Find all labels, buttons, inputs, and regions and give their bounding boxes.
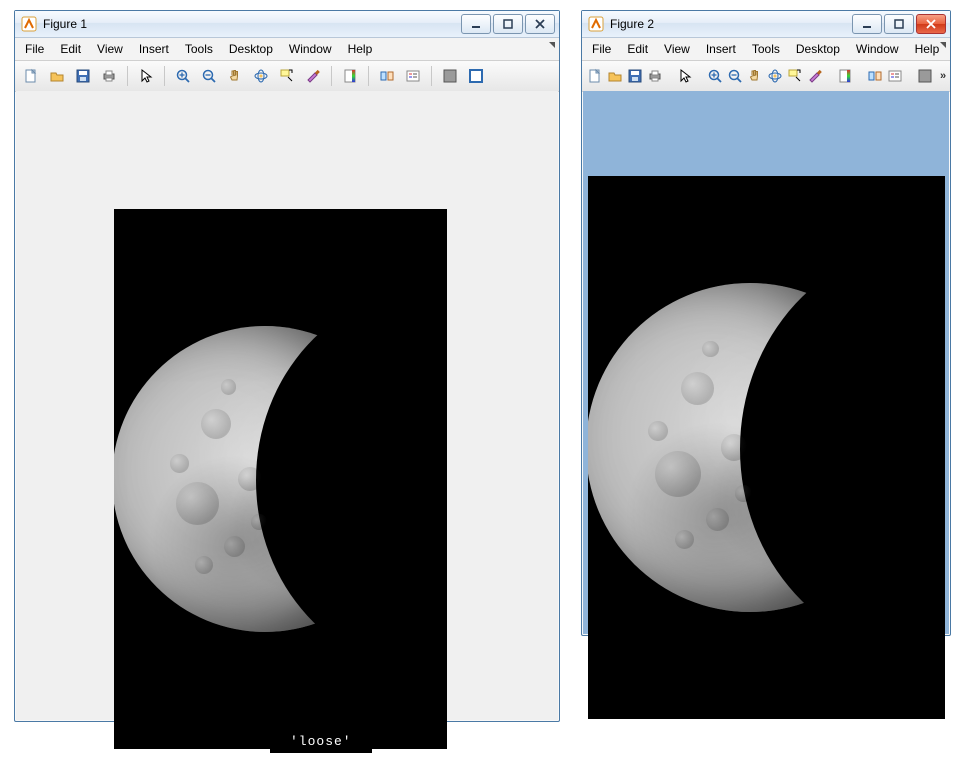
pan-icon[interactable] xyxy=(746,64,764,88)
hide-plot-icon[interactable] xyxy=(438,64,462,88)
new-file-icon[interactable] xyxy=(19,64,43,88)
titlebar[interactable]: Figure 2 xyxy=(582,11,950,38)
link-icon[interactable] xyxy=(375,64,399,88)
new-file-icon[interactable] xyxy=(586,64,604,88)
toolbar-separator xyxy=(164,66,165,86)
save-icon[interactable] xyxy=(626,64,644,88)
hide-plot-icon[interactable] xyxy=(916,64,934,88)
insert-legend-icon[interactable] xyxy=(886,64,904,88)
caption-tight: 'Tight' xyxy=(720,672,787,690)
minimize-button[interactable] xyxy=(852,14,882,34)
save-icon[interactable] xyxy=(71,64,95,88)
menu-file[interactable]: File xyxy=(17,40,52,58)
brush-icon[interactable] xyxy=(301,64,325,88)
pan-icon[interactable] xyxy=(223,64,247,88)
figure-image xyxy=(114,209,447,749)
insert-legend-icon[interactable] xyxy=(401,64,425,88)
figure-canvas[interactable] xyxy=(583,91,949,634)
svg-text:»: » xyxy=(940,70,946,82)
zoom-out-icon[interactable] xyxy=(197,64,221,88)
zoom-in-icon[interactable] xyxy=(171,64,195,88)
dock-menu-icon[interactable] xyxy=(940,42,946,48)
toolbar-separator xyxy=(331,66,332,86)
pointer-icon[interactable] xyxy=(134,64,158,88)
menubar: FileEditViewInsertToolsDesktopWindowHelp xyxy=(15,38,559,61)
menu-desktop[interactable]: Desktop xyxy=(788,40,848,58)
figure-canvas[interactable] xyxy=(16,91,558,720)
figure-window-1: Figure 1 FileEditViewInsertToolsDesktopW… xyxy=(14,10,560,722)
close-button[interactable] xyxy=(916,14,946,34)
caption-loose: 'loose' xyxy=(270,730,372,753)
menu-edit[interactable]: Edit xyxy=(619,40,656,58)
show-plot-icon[interactable] xyxy=(464,64,488,88)
open-file-icon[interactable] xyxy=(45,64,69,88)
menu-view[interactable]: View xyxy=(89,40,131,58)
maximize-button[interactable] xyxy=(493,14,523,34)
app-icon xyxy=(588,16,604,32)
app-icon xyxy=(21,16,37,32)
rotate3d-icon[interactable] xyxy=(766,64,784,88)
zoom-in-icon[interactable] xyxy=(706,64,724,88)
toolbar xyxy=(15,61,559,92)
toolbar-separator xyxy=(431,66,432,86)
menu-window[interactable]: Window xyxy=(281,40,340,58)
figure-window-2: Figure 2 FileEditViewInsertToolsDesktopW… xyxy=(581,10,951,636)
window-title: Figure 1 xyxy=(43,17,87,31)
figure-image xyxy=(588,176,945,719)
menu-help[interactable]: Help xyxy=(340,40,381,58)
print-icon[interactable] xyxy=(646,64,664,88)
toolbar-overflow-button[interactable]: » xyxy=(936,64,954,88)
colorbar-icon[interactable] xyxy=(338,64,362,88)
data-cursor-icon[interactable] xyxy=(275,64,299,88)
open-file-icon[interactable] xyxy=(606,64,624,88)
menu-insert[interactable]: Insert xyxy=(131,40,177,58)
menubar: FileEditViewInsertToolsDesktopWindowHelp xyxy=(582,38,950,61)
brush-icon[interactable] xyxy=(806,64,824,88)
pointer-icon[interactable] xyxy=(676,64,694,88)
menu-view[interactable]: View xyxy=(656,40,698,58)
rotate3d-icon[interactable] xyxy=(249,64,273,88)
toolbar-separator xyxy=(368,66,369,86)
colorbar-icon[interactable] xyxy=(836,64,854,88)
toolbar: » xyxy=(582,61,950,92)
menu-tools[interactable]: Tools xyxy=(744,40,788,58)
titlebar[interactable]: Figure 1 xyxy=(15,11,559,38)
print-icon[interactable] xyxy=(97,64,121,88)
menu-desktop[interactable]: Desktop xyxy=(221,40,281,58)
menu-tools[interactable]: Tools xyxy=(177,40,221,58)
toolbar-separator xyxy=(127,66,128,86)
data-cursor-icon[interactable] xyxy=(786,64,804,88)
menu-edit[interactable]: Edit xyxy=(52,40,89,58)
zoom-out-icon[interactable] xyxy=(726,64,744,88)
window-title: Figure 2 xyxy=(610,17,654,31)
menu-window[interactable]: Window xyxy=(848,40,907,58)
close-button[interactable] xyxy=(525,14,555,34)
dock-menu-icon[interactable] xyxy=(549,42,555,48)
menu-file[interactable]: File xyxy=(584,40,619,58)
link-icon[interactable] xyxy=(866,64,884,88)
minimize-button[interactable] xyxy=(461,14,491,34)
maximize-button[interactable] xyxy=(884,14,914,34)
menu-insert[interactable]: Insert xyxy=(698,40,744,58)
